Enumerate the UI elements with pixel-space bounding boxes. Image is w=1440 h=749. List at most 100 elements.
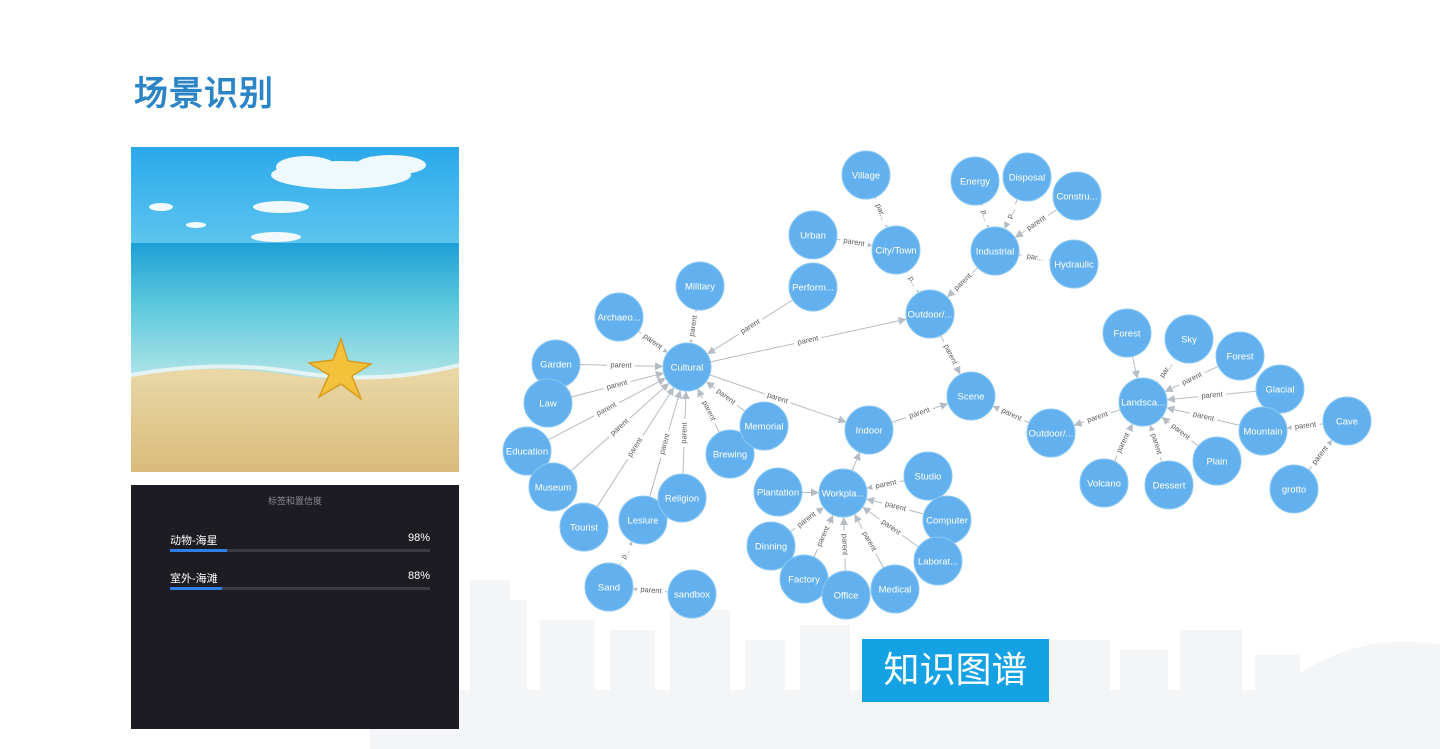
- edge-label-group: parent: [1082, 408, 1113, 426]
- node-label: Disposal: [1009, 173, 1045, 184]
- node-label: Cave: [1336, 417, 1358, 428]
- node-label: Scene: [958, 392, 985, 403]
- graph-node-cave[interactable]: Cave: [1322, 396, 1372, 446]
- graph-node-energy[interactable]: Energy: [950, 156, 1000, 206]
- edge-label-group: parent: [859, 526, 881, 556]
- node-label: Volcano: [1087, 479, 1121, 490]
- graph-node-village[interactable]: Village: [841, 150, 891, 200]
- node-label: Indoor: [856, 426, 883, 437]
- graph-node-industrial[interactable]: Industrial: [970, 226, 1020, 276]
- graph-node-museum[interactable]: Museum: [528, 462, 578, 512]
- edge-label-group: parent: [1197, 389, 1227, 401]
- edge-label-group: p...: [616, 542, 634, 565]
- graph-node-cultural[interactable]: Cultural: [662, 342, 712, 392]
- graph-node-workpla[interactable]: Workpla...: [818, 468, 868, 518]
- graph-node-forest1[interactable]: Forest: [1102, 308, 1152, 358]
- graph-node-outdoor2[interactable]: Outdoor/...: [1026, 408, 1076, 458]
- edge-label: parent: [1000, 406, 1024, 423]
- node-label: Forest: [1227, 352, 1254, 363]
- node-label: Workpla...: [822, 489, 865, 500]
- node-label: Sand: [598, 583, 620, 594]
- node-label: Memorial: [744, 422, 783, 433]
- graph-node-sandbox[interactable]: sandbox: [667, 569, 717, 619]
- node-label: Archaeo...: [597, 313, 640, 324]
- edge-label: parent: [884, 499, 908, 513]
- graph-node-grotto[interactable]: grotto: [1269, 464, 1319, 514]
- edge-label-group: parent: [605, 414, 633, 440]
- edge-label: parent: [1086, 409, 1110, 425]
- node-label: grotto: [1282, 485, 1306, 496]
- graph-node-sky[interactable]: Sky: [1164, 314, 1214, 364]
- edge-label: parent: [610, 360, 632, 370]
- graph-node-urban[interactable]: Urban: [788, 210, 838, 260]
- edge-label-group: parent: [606, 360, 636, 370]
- node-label: Religion: [665, 494, 699, 505]
- graph-node-landsca[interactable]: Landsca...: [1118, 377, 1168, 427]
- node-label: Outdoor/...: [908, 310, 953, 321]
- graph-node-scene[interactable]: Scene: [946, 371, 996, 421]
- graph-node-factory[interactable]: Factory: [779, 554, 829, 604]
- node-label: Energy: [960, 177, 990, 188]
- edge-label: parent: [908, 405, 932, 421]
- edge-label: parent: [843, 236, 866, 249]
- graph-node-medical[interactable]: Medical: [870, 564, 920, 614]
- edge-label-group: parent: [1166, 419, 1195, 444]
- node-label: Urban: [800, 231, 826, 242]
- graph-node-hydraulic[interactable]: Hydraulic: [1049, 239, 1099, 289]
- edge-label: par...: [1026, 251, 1044, 263]
- edge-label: parent: [640, 585, 663, 596]
- node-label: Plantation: [757, 488, 799, 499]
- graph-node-archaeo[interactable]: Archaeo...: [594, 292, 644, 342]
- graph-node-forest2[interactable]: Forest: [1215, 331, 1265, 381]
- edge-label: parent: [679, 421, 689, 444]
- graph-node-laborat[interactable]: Laborat...: [913, 536, 963, 586]
- graph-node-outdoor1[interactable]: Outdoor/...: [905, 289, 955, 339]
- graph-node-disposal[interactable]: Disposal: [1002, 152, 1052, 202]
- edge-label: parent: [797, 333, 821, 347]
- edge-label-group: parent: [1307, 441, 1332, 469]
- graph-node-tourist[interactable]: Tourist: [559, 502, 609, 552]
- node-label: Glacial: [1265, 385, 1294, 396]
- edge-label: parent: [1149, 432, 1164, 456]
- edge-label-group: parent: [678, 418, 690, 448]
- edge-label-group: parent: [735, 315, 765, 338]
- edge-label-group: p...: [904, 270, 922, 293]
- graph-node-citytown[interactable]: City/Town: [871, 225, 921, 275]
- node-label: Factory: [788, 575, 820, 586]
- edge-label: parent: [687, 314, 699, 337]
- edge-label-group: parent: [904, 403, 935, 422]
- graph-node-law[interactable]: Law: [523, 378, 573, 428]
- edge-label-group: par...: [1020, 250, 1050, 264]
- node-label: Constru...: [1056, 192, 1097, 203]
- graph-node-plantation[interactable]: Plantation: [753, 467, 803, 517]
- graph-node-indoor[interactable]: Indoor: [844, 405, 894, 455]
- edge-label-group: parent: [712, 384, 741, 409]
- knowledge-graph-banner: 知识图谱: [862, 639, 1049, 702]
- graph-node-sand[interactable]: Sand: [584, 562, 634, 612]
- graph-node-military[interactable]: Military: [675, 261, 725, 311]
- edge-label-group: parent: [623, 432, 647, 462]
- node-label: Industrial: [976, 247, 1015, 258]
- graph-node-plain[interactable]: Plain: [1192, 436, 1242, 486]
- edge-label-group: parent: [698, 396, 720, 426]
- graph-node-glacial[interactable]: Glacial: [1255, 364, 1305, 414]
- edge-label-group: p...: [978, 204, 993, 227]
- graph-node-religion[interactable]: Religion: [657, 473, 707, 523]
- graph-node-studio[interactable]: Studio: [903, 451, 953, 501]
- graph-node-mountain[interactable]: Mountain: [1238, 406, 1288, 456]
- edge-label-group: parent: [1291, 419, 1320, 432]
- node-label: Military: [685, 282, 715, 293]
- edge-label-group: parent: [656, 429, 673, 459]
- edge-label-group: parent: [1022, 211, 1051, 235]
- graph-node-perform[interactable]: Perform...: [788, 262, 838, 312]
- graph-node-office[interactable]: Office: [821, 570, 871, 620]
- node-label: Tourist: [570, 523, 598, 534]
- graph-edge: [1131, 356, 1140, 379]
- graph-node-memorial[interactable]: Memorial: [739, 401, 789, 451]
- graph-node-dessert[interactable]: Dessert: [1144, 460, 1194, 510]
- edge-label: parent: [1192, 409, 1216, 423]
- knowledge-graph: par...parentp...p... p... parentpar...pare…: [502, 150, 1372, 620]
- graph-node-computer[interactable]: Computer: [922, 495, 972, 545]
- graph-node-volcano[interactable]: Volcano: [1079, 458, 1129, 508]
- graph-node-constru[interactable]: Constru...: [1052, 171, 1102, 221]
